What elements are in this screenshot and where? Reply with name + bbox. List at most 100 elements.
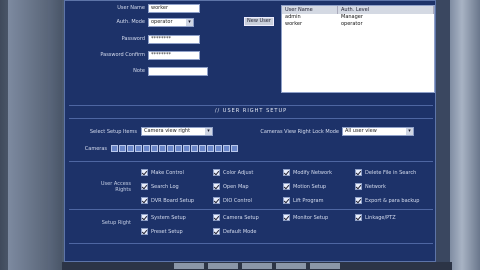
checkbox-lift-program[interactable]: Lift Program [283,197,324,204]
camera-checkbox[interactable] [151,145,158,152]
camera-checkbox[interactable] [183,145,190,152]
checkbox-system-setup[interactable]: System Setup [141,214,186,221]
checkbox-label: Monitor Setup [293,214,329,221]
user-right-setup-title-text: USER RIGHT SETUP [222,108,288,114]
bottom-tab-button[interactable] [242,263,272,269]
checkbox-label: Lift Program [293,197,324,204]
cell-auth-level: Manager [341,14,363,20]
divider [69,209,433,210]
cell-user-name: worker [285,21,303,27]
auth-mode-select[interactable]: operator ▾ [148,18,194,27]
divider [69,105,433,106]
select-setup-items-select[interactable]: Camera view right ▾ [141,127,213,136]
bottom-bar [62,262,452,270]
checkbox-icon [283,214,290,221]
checkbox-delete-file[interactable]: Delete File in Search [355,169,416,176]
user-name-label: User Name [117,5,145,11]
checkbox-dvr-board-setup[interactable]: DVR Board Setup [141,197,194,204]
camera-checkbox[interactable] [167,145,174,152]
table-row[interactable]: admin Manager [282,14,434,21]
checkbox-label: Default Mode [223,228,257,235]
cell-auth-level: operator [341,21,363,27]
checkbox-preset-setup[interactable]: Preset Setup [141,228,183,235]
column-header-auth-level: Auth. Level [338,6,434,14]
camera-lock-mode-label: Cameras View Right Lock Mode [260,129,339,135]
checkbox-label: Modify Network [293,169,333,176]
checkbox-icon [213,197,220,204]
select-setup-items-label: Select Setup Items [89,129,137,135]
camera-checkbox[interactable] [207,145,214,152]
note-input[interactable] [148,67,208,76]
checkbox-default-mode[interactable]: Default Mode [213,228,256,235]
right-frame [450,0,480,270]
checkbox-make-control[interactable]: Make Control [141,169,184,176]
checkbox-label: Network [365,183,386,190]
camera-checkbox[interactable] [199,145,206,152]
checkbox-modify-network[interactable]: Modify Network [283,169,332,176]
checkbox-linkage-ptz[interactable]: Linkage/PTZ [355,214,396,221]
chevron-down-icon: ▾ [186,19,193,26]
checkbox-label: DIO Control [223,197,252,204]
bottom-tab-button[interactable] [310,263,340,269]
auth-mode-value: operator [151,19,173,25]
camera-lock-mode-select[interactable]: All user view ▾ [342,127,414,136]
checkbox-open-map[interactable]: Open Map [213,183,249,190]
new-user-button[interactable]: New User [244,17,274,26]
chevron-down-icon: ▾ [205,128,212,135]
cameras-label: Cameras [84,146,107,152]
camera-checkbox[interactable] [159,145,166,152]
checkbox-export-backup[interactable]: Export & para backup [355,197,419,204]
camera-checkbox[interactable] [111,145,118,152]
password-confirm-label: Password Confirm [100,52,145,58]
password-confirm-input[interactable]: ******** [148,51,200,60]
password-input[interactable]: ******** [148,35,200,44]
checkbox-label: Make Control [151,169,184,176]
checkbox-label: Preset Setup [151,228,183,235]
column-header-user-name: User Name [282,6,338,14]
checkbox-icon [283,183,290,190]
setup-right-label: Setup Right [101,220,131,226]
checkbox-camera-setup[interactable]: Camera Setup [213,214,259,221]
checkbox-icon [213,214,220,221]
divider [69,118,433,119]
checkbox-label: Color Adjust [223,169,254,176]
checkbox-icon [141,214,148,221]
camera-checkbox[interactable] [119,145,126,152]
divider [69,161,433,162]
user-list-table: User Name Auth. Level admin Manager work… [281,5,435,93]
checkbox-monitor-setup[interactable]: Monitor Setup [283,214,328,221]
table-row[interactable]: worker operator [282,21,434,28]
camera-checkbox[interactable] [135,145,142,152]
checkbox-dio-control[interactable]: DIO Control [213,197,252,204]
user-right-setup-title: // USER RIGHT SETUP [214,108,288,114]
camera-checkbox[interactable] [175,145,182,152]
bottom-tab-button[interactable] [208,263,238,269]
checkbox-network[interactable]: Network [355,183,386,190]
password-label: Password [121,36,145,42]
checkbox-icon [355,214,362,221]
user-access-rights-label: User Access Rights [100,181,131,193]
auth-mode-label: Auth. Mode [116,19,145,25]
camera-checkbox[interactable] [215,145,222,152]
checkbox-label: Export & para backup [365,197,420,204]
checkbox-label: Open Map [223,183,249,190]
checkbox-color-adjust[interactable]: Color Adjust [213,169,253,176]
bottom-tab-button[interactable] [174,263,204,269]
checkbox-motion-setup[interactable]: Motion Setup [283,183,326,190]
camera-checkbox[interactable] [127,145,134,152]
checkbox-search-log[interactable]: Search Log [141,183,179,190]
bottom-tab-button[interactable] [276,263,306,269]
checkbox-icon [283,197,290,204]
camera-checkbox[interactable] [191,145,198,152]
user-management-panel: User Name worker Auth. Mode operator ▾ Pa… [64,0,436,262]
divider [69,243,433,244]
table-header: User Name Auth. Level [282,6,434,14]
camera-checkbox[interactable] [143,145,150,152]
left-frame [0,0,62,270]
user-name-input[interactable]: worker [148,4,200,13]
camera-checkbox-row [111,145,239,152]
checkbox-label: DVR Board Setup [151,197,195,204]
checkbox-label: Motion Setup [293,183,327,190]
camera-checkbox[interactable] [223,145,230,152]
camera-checkbox[interactable] [231,145,238,152]
